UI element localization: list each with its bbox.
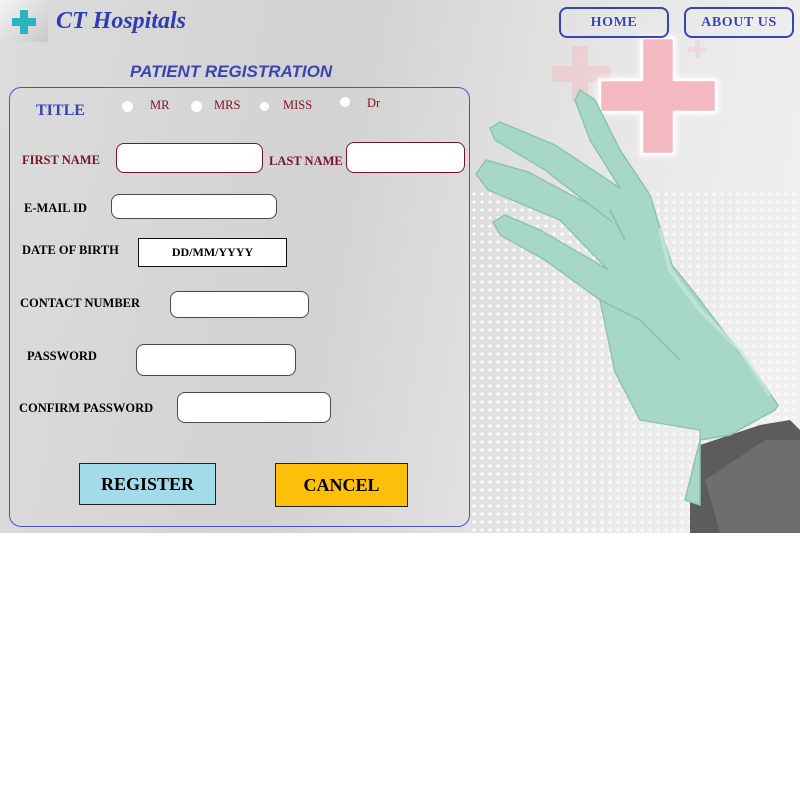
radio-label: MR (150, 98, 170, 112)
logo (0, 0, 48, 42)
page-title: PATIENT REGISTRATION (130, 62, 333, 81)
contact-number-label: CONTACT NUMBER (20, 296, 141, 310)
title-label: TITLE (36, 102, 85, 119)
about-us-button[interactable]: ABOUT US (684, 7, 794, 38)
radio-icon (260, 102, 269, 111)
confirm-password-field[interactable] (177, 392, 331, 423)
last-name-field[interactable] (346, 142, 465, 173)
date-of-birth-field[interactable] (138, 238, 287, 267)
radio-icon (340, 97, 350, 107)
register-button[interactable]: REGISTER (79, 463, 216, 505)
confirm-password-label: CONFIRM PASSWORD (19, 401, 154, 415)
password-field[interactable] (136, 344, 296, 376)
radio-label: Dr (367, 96, 381, 110)
date-of-birth-label: DATE OF BIRTH (22, 243, 119, 257)
registration-window: CT Hospitals HOME ABOUT US PATIENT REGIS… (0, 0, 800, 533)
radio-label: MISS (283, 98, 313, 112)
radio-icon (122, 101, 133, 112)
sparkle-icon (688, 40, 707, 58)
medical-cross-icon (12, 10, 36, 34)
cancel-button[interactable]: CANCEL (275, 463, 408, 507)
first-name-field[interactable] (116, 143, 263, 173)
first-name-label: FIRST NAME (22, 153, 100, 167)
brand-name: CT Hospitals (56, 8, 187, 34)
contact-number-field[interactable] (170, 291, 309, 318)
home-button[interactable]: HOME (559, 7, 669, 38)
radio-label: MRS (214, 98, 241, 112)
gloved-hand-image (475, 35, 800, 533)
last-name-label: LAST NAME (269, 154, 343, 168)
password-label: PASSWORD (27, 349, 97, 363)
email-label: E-MAIL ID (24, 201, 87, 215)
radio-icon (191, 101, 202, 112)
email-field[interactable] (111, 194, 277, 219)
